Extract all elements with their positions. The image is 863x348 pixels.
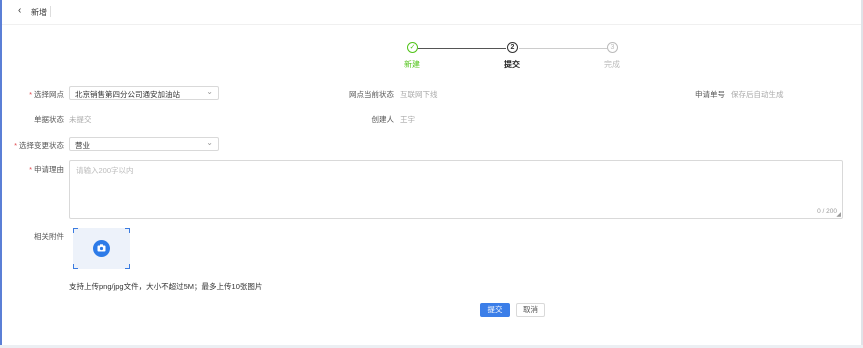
required-mark: * [29, 165, 32, 174]
change-status-select[interactable]: 营业 ⌄ [69, 137, 219, 151]
change-status-label: * 选择变更状态 [14, 141, 64, 150]
cancel-button[interactable]: 取消 [516, 303, 545, 317]
step-connector-1 [418, 48, 506, 49]
step-3-label: 完成 [604, 60, 620, 69]
upload-area[interactable] [73, 228, 130, 269]
upload-corner-bl [73, 264, 78, 269]
site-status-value: 互联网下线 [400, 90, 438, 99]
page-title: 新增 [31, 8, 47, 17]
reason-label: * 申请理由 [29, 165, 64, 174]
creator-label: 创建人 [371, 115, 395, 124]
change-status-value: 营业 [75, 141, 90, 150]
reason-textarea[interactable]: 请输入200字以内 0 / 200 ◢ [69, 160, 843, 219]
step-connector-2 [519, 48, 607, 49]
attachment-label: 相关附件 [34, 232, 64, 241]
title-divider [50, 6, 51, 17]
camera-icon [93, 240, 110, 257]
doc-status-label: 单据状态 [34, 115, 64, 124]
site-label: * 选择网点 [29, 90, 64, 99]
required-mark: * [29, 90, 32, 99]
upload-corner-tr [125, 228, 130, 233]
step-1-label: 新建 [404, 60, 420, 69]
doc-status-value: 未提交 [69, 115, 92, 124]
site-status-label: 网点当前状态 [349, 90, 394, 99]
site-select-value: 北京销售第四分公司通安加油站 [75, 90, 180, 99]
chevron-down-icon: ⌄ [206, 138, 213, 147]
chevron-down-icon: ⌄ [206, 87, 213, 96]
reason-placeholder: 请输入200字以内 [76, 166, 134, 175]
step-1-check-icon: ✓ [407, 42, 418, 53]
submit-button[interactable]: 提交 [480, 303, 510, 317]
upload-corner-tl [73, 228, 78, 233]
request-no-value: 保存后自动生成 [731, 90, 784, 99]
step-3-number: 3 [607, 42, 618, 53]
upload-corner-br [125, 264, 130, 269]
step-2-number: 2 [507, 42, 518, 53]
request-no-label: 申请单号 [695, 90, 725, 99]
required-mark: * [14, 141, 17, 150]
top-bar: ‹ 新增 [2, 0, 861, 25]
reason-char-count: 0 / 200 [817, 208, 837, 215]
step-2-label: 提交 [504, 60, 520, 69]
creator-value: 王宇 [400, 115, 415, 124]
left-accent-border [0, 0, 2, 348]
resize-handle-icon[interactable]: ◢ [836, 211, 841, 218]
site-select[interactable]: 北京销售第四分公司通安加油站 ⌄ [69, 86, 219, 100]
upload-hint: 支持上传png/jpg文件，大小不超过5M；最多上传10张图片 [69, 282, 263, 291]
back-chevron-icon[interactable]: ‹ [18, 5, 21, 16]
